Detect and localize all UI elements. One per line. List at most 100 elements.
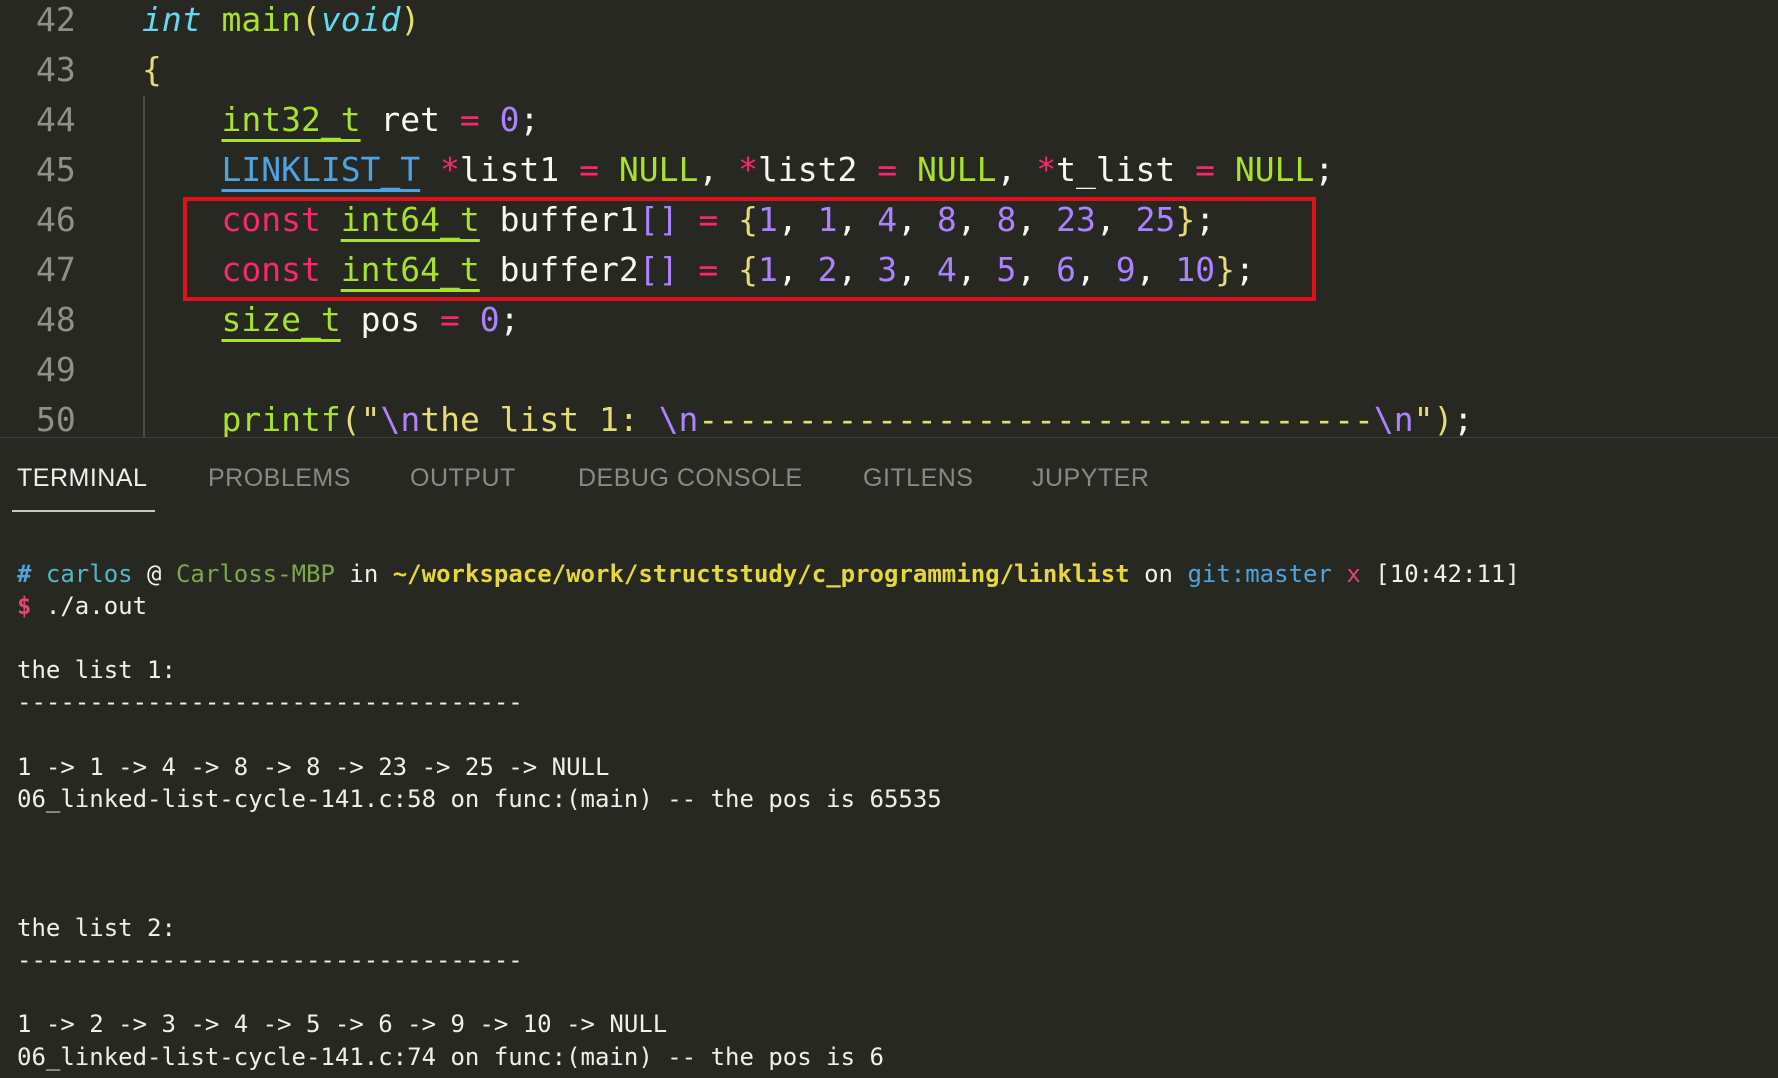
code-token: = (459, 100, 480, 139)
terminal-output-line: ----------------------------------- (17, 688, 523, 717)
tab-output[interactable]: OUTPUT (410, 464, 516, 493)
code-text: int main(void) (142, 0, 420, 45)
terminal-output-line: ----------------------------------- (17, 946, 523, 974)
code-token: = (1195, 150, 1216, 189)
tab-gitlens[interactable]: GITLENS (863, 464, 973, 493)
line-number: 46 (36, 200, 76, 239)
prompt-time: [10:42:11] (1375, 560, 1520, 588)
code-token: t_list (1056, 150, 1196, 189)
code-token: ( (300, 0, 321, 39)
code-token: ret (360, 100, 460, 139)
prompt-dollar: $ (17, 592, 32, 620)
code-token: " (1413, 400, 1434, 437)
terminal-output-line: 1 -> 1 -> 4 -> 8 -> 8 -> 23 -> 25 -> NUL… (17, 752, 610, 781)
terminal-output-line: 06_linked-list-cycle-141.c:74 on func:(m… (17, 1042, 884, 1071)
code-token: main (221, 0, 301, 39)
code-token: void (320, 0, 401, 39)
terminal-output-line: 1 -> 2 -> 3 -> 4 -> 5 -> 6 -> 9 -> 10 ->… (17, 1010, 668, 1039)
code-token: \n (658, 400, 699, 437)
code-token: ; (1314, 150, 1335, 189)
panel-tabs: TERMINAL PROBLEMS OUTPUT DEBUG CONSOLE G… (0, 438, 1778, 518)
prompt-git-branch: git:master (1187, 560, 1332, 588)
code-line[interactable]: 44 int32_t ret = 0; (0, 95, 1778, 145)
terminal-command-line: $ ./a.out (17, 590, 147, 622)
code-token: int32_t (221, 100, 361, 139)
code-token: = (440, 300, 460, 339)
code-token: ---------------------------------- (698, 400, 1374, 437)
code-token: 0 (479, 300, 500, 339)
code-token: NULL (1234, 150, 1315, 189)
code-editor[interactable]: 42 int main(void) 43{44 int32_t ret = 0; 45… (0, 0, 1778, 437)
prompt-at: @ (132, 560, 176, 588)
prompt-hash: # (17, 560, 32, 588)
code-text: { (142, 45, 162, 95)
code-token: list2 (758, 150, 878, 189)
code-line[interactable]: 50 printf("\nthe list 1: \n-------------… (0, 395, 1778, 437)
code-token: size_t (221, 300, 341, 339)
code-token: list1 (459, 150, 580, 189)
code-text: printf("\nthe list 1: \n----------------… (142, 395, 1473, 437)
line-number: 43 (36, 50, 76, 89)
code-token: = (877, 150, 898, 189)
code-token: the list 1: (420, 400, 659, 437)
code-token: 0 (499, 100, 520, 139)
code-line[interactable]: 42 int main(void) (0, 0, 1778, 45)
code-token: ; (499, 300, 520, 339)
code-token: = (579, 150, 600, 189)
code-text: int32_t ret = 0; (142, 95, 539, 145)
code-token: \n (380, 400, 421, 437)
code-line[interactable]: 49 (0, 345, 1778, 395)
code-token: NULL (618, 150, 699, 189)
prompt-in: in (334, 560, 393, 588)
prompt-path: ~/workspace/work/structstudy/c_programmi… (392, 560, 1130, 588)
code-token: \n (1373, 400, 1414, 437)
code-token: ) (1433, 400, 1454, 437)
code-token: * (1036, 150, 1057, 189)
line-number: 42 (36, 0, 76, 39)
code-token: ; (1453, 400, 1474, 437)
line-number: 48 (36, 300, 76, 339)
code-token: * (738, 150, 758, 189)
code-token: pos (340, 300, 441, 339)
code-text: size_t pos = 0; (142, 295, 520, 345)
line-number: 45 (36, 150, 76, 189)
code-token: ; (519, 100, 540, 139)
line-number: 47 (36, 250, 76, 289)
terminal-output-line: the list 2: (17, 913, 176, 942)
tab-problems[interactable]: PROBLEMS (208, 464, 351, 493)
terminal-output-line: 06_linked-list-cycle-141.c:58 on func:(m… (17, 785, 942, 813)
terminal-prompt-line: # carlos @ Carloss-MBP in ~/workspace/wo… (17, 558, 1520, 590)
code-token: LINKLIST_T (221, 150, 421, 189)
code-token: NULL (916, 150, 997, 189)
terminal-output-line: the list 1: (17, 656, 176, 685)
line-number: 44 (36, 100, 76, 139)
code-token: * (440, 150, 460, 189)
prompt-user: carlos (45, 560, 133, 588)
tab-debug-console[interactable]: DEBUG CONSOLE (578, 464, 803, 493)
code-token: " (360, 400, 381, 437)
terminal-output[interactable]: # carlos @ Carloss-MBP in ~/workspace/wo… (0, 540, 1778, 1078)
active-tab-indicator (12, 510, 155, 512)
prompt-on: on (1129, 560, 1188, 588)
code-token: ) (400, 0, 421, 39)
code-line[interactable]: 45 LINKLIST_T *list1 = NULL, *list2 = NU… (0, 145, 1778, 195)
code-text: LINKLIST_T *list1 = NULL, *list2 = NULL,… (142, 145, 1334, 195)
code-token: , (698, 150, 739, 189)
code-token: , (996, 150, 1037, 189)
tab-terminal[interactable]: TERMINAL (17, 464, 147, 493)
code-line[interactable]: 43 { (0, 45, 1778, 95)
tab-jupyter[interactable]: JUPYTER (1032, 464, 1149, 493)
code-line[interactable]: 48 size_t pos = 0; (0, 295, 1778, 345)
line-number: 49 (36, 350, 76, 389)
code-token: ( (340, 400, 361, 437)
code-token: int (142, 0, 202, 39)
prompt-dirty-mark: x (1346, 560, 1361, 588)
